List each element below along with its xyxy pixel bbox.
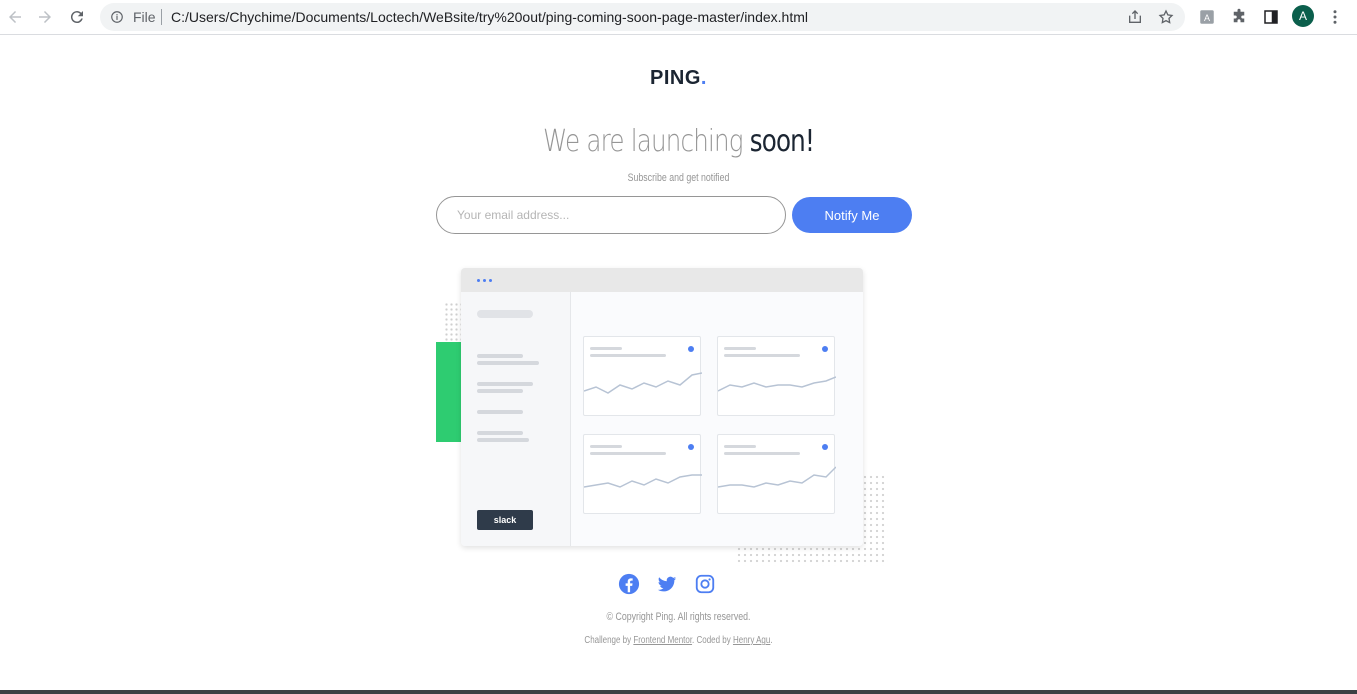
sidebar-line [477,354,523,358]
author-link[interactable]: Henry Agu [733,635,770,646]
logo-text: PING [650,67,701,89]
subtitle: Subscribe and get notified [627,172,730,184]
address-bar[interactable]: File C:/Users/Chychime/Documents/Loctech… [100,3,1185,31]
sidebar-line [477,361,539,365]
share-icon[interactable] [1127,9,1143,25]
notify-button[interactable]: Notify Me [792,197,912,233]
sidebar-line [477,410,523,414]
card-line [724,347,756,350]
credits: Challenge by Frontend Mentor. Coded by H… [136,635,1222,646]
window-titlebar [461,268,863,292]
card-line [590,347,622,350]
window-dot [483,279,486,282]
star-icon[interactable] [1158,9,1174,25]
reload-icon [70,11,83,24]
chart-card [717,434,836,514]
dashboard-sidebar: slack [461,292,571,546]
chart-card [583,434,702,514]
back-button[interactable] [4,6,26,28]
dashboard-window: slack [461,268,863,546]
facebook-icon[interactable] [618,573,640,595]
forward-button[interactable] [34,6,56,28]
sparkline [584,474,702,488]
sidebar-line [477,382,533,386]
url-text[interactable]: C:/Users/Chychime/Documents/Loctech/WeBs… [171,9,808,25]
copyright-text: © Copyright Ping. All rights reserved. [606,611,751,623]
logo: PING. [0,67,1357,90]
card-line [590,445,622,448]
arrow-left-icon [9,11,21,23]
headline-strong: soon! [749,124,815,159]
divider [161,9,162,25]
sidebar-line [477,438,529,442]
sidebar-line [477,431,523,435]
card-line [590,452,666,455]
card-line [724,452,800,455]
card-dot [688,444,694,450]
card-line [724,354,800,357]
profile-avatar[interactable]: A [1292,5,1314,27]
puzzle-icon[interactable] [1230,8,1248,26]
chart-card [717,336,836,416]
card-line [590,354,666,357]
headline-light: We are launching [542,124,744,159]
instagram-icon[interactable] [694,573,716,595]
svg-text:A: A [1204,13,1210,23]
logo-dot: . [700,67,707,89]
chart-card [583,336,702,416]
file-label: File [133,9,156,25]
slack-badge: slack [477,510,533,530]
green-accent-block [436,342,464,442]
sparkline [718,376,836,392]
frontend-mentor-link[interactable]: Frontend Mentor [633,635,692,646]
taskbar-edge [0,690,1357,694]
browser-toolbar: File C:/Users/Chychime/Documents/Loctech… [0,0,1357,35]
page-content: PING. We are launching soon! Subscribe a… [0,36,1357,690]
arrow-right-icon [39,11,51,23]
email-input[interactable] [436,196,786,234]
credits-mid: . Coded by [692,635,731,646]
credits-suffix: . [770,635,773,646]
card-dot [822,444,828,450]
sidebar-line [477,389,523,393]
twitter-icon[interactable] [656,573,678,595]
info-icon[interactable] [110,10,124,24]
credits-prefix: Challenge by [584,635,632,646]
card-dot [688,346,694,352]
menu-kebab-icon[interactable] [1326,8,1344,26]
sparkline [718,466,836,488]
window-dot [489,279,492,282]
sparkline [584,372,702,394]
reload-button[interactable] [66,6,88,28]
social-links [618,573,718,597]
window-dot [477,279,480,282]
slack-label: slack [493,515,517,525]
extension-a-icon[interactable]: A [1198,8,1216,26]
sidebar-dropdown [477,310,533,318]
card-line [724,445,756,448]
dashboard-illustration: slack [436,266,888,566]
page-title: We are launching soon! [122,124,1235,159]
side-panel-icon[interactable] [1262,8,1280,26]
card-dot [822,346,828,352]
